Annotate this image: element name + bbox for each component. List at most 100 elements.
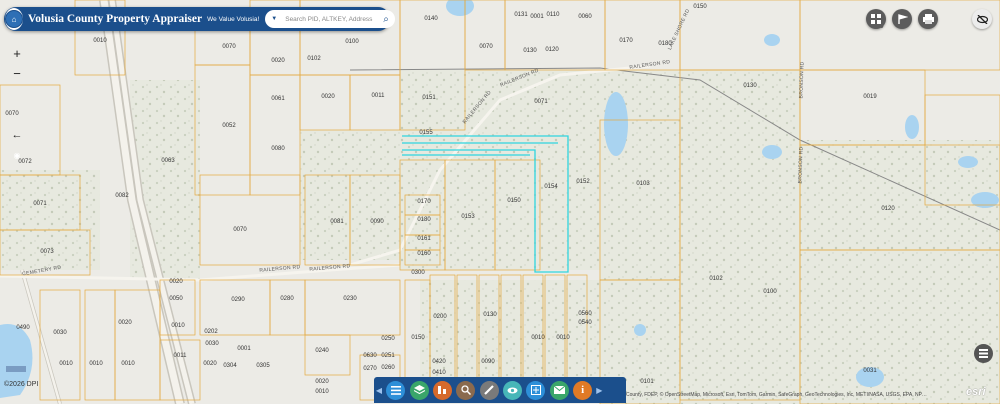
- copyright-text: ©2026 DPI: [4, 381, 39, 388]
- magnifier-icon: [461, 385, 471, 395]
- parcel-label: 0120: [545, 47, 559, 53]
- eye-slash-icon: [976, 14, 988, 24]
- county-seal-icon[interactable]: ⌂: [5, 8, 23, 30]
- search-icon[interactable]: ⌕: [383, 14, 389, 25]
- zoom-in-button[interactable]: +: [10, 47, 24, 61]
- parcel-label: 0061: [271, 96, 285, 102]
- parcel-label: 0100: [763, 289, 777, 295]
- parcel-label: 0011: [174, 353, 188, 359]
- parcel-label: 0131: [514, 12, 528, 18]
- parcel-label: 0020: [203, 361, 217, 367]
- zoom-out-button[interactable]: −: [10, 67, 24, 81]
- list-icon: [979, 349, 988, 358]
- parcel-label: 0103: [636, 181, 650, 187]
- back-arrow-icon[interactable]: ←: [10, 128, 24, 142]
- parcel-label: 0202: [204, 329, 218, 335]
- parcel-label: 0100: [345, 39, 359, 45]
- parcel-label: 0010: [59, 361, 73, 367]
- report-button[interactable]: [549, 380, 569, 400]
- parcel-label: 0154: [544, 184, 558, 190]
- legend-button[interactable]: [974, 344, 993, 363]
- parcel-label: 0020: [271, 58, 285, 64]
- parcel-label: 0060: [578, 14, 592, 20]
- basemap-gallery-button[interactable]: [866, 9, 886, 29]
- parcel-label: 0251: [381, 353, 395, 359]
- toggle-visibility-button[interactable]: [972, 9, 992, 29]
- parcel-label: 0019: [863, 94, 877, 100]
- parcel-label: 0010: [89, 361, 103, 367]
- search-box: ▼ ⌕: [265, 10, 395, 28]
- parcel-label: 0151: [422, 95, 436, 101]
- parcel-label: 0073: [40, 249, 54, 255]
- parcel-label: 0071: [33, 201, 47, 207]
- parcel-label: 0110: [547, 12, 561, 18]
- parcel-label: 0031: [863, 368, 877, 374]
- parcel-label: 0304: [223, 363, 237, 369]
- parcel-map[interactable]: 001000700020 01020100014000700131 0001 0110…: [0, 0, 1000, 404]
- parcel-label: 0130: [483, 312, 497, 318]
- parcel-label: 0020: [118, 320, 132, 326]
- toolbar-scroll-right-icon[interactable]: ▶: [594, 386, 604, 395]
- parcel-label: 0270: [363, 366, 377, 372]
- parcel-label: 0150: [411, 335, 425, 341]
- parcel-label: 0160: [417, 251, 431, 257]
- parcel-label: 0230: [343, 296, 357, 302]
- parcel-label: 0070: [479, 44, 493, 50]
- parcel-label: 0010: [315, 389, 329, 395]
- draw-button[interactable]: [479, 380, 499, 400]
- printer-icon: [922, 14, 934, 24]
- sales-search-button[interactable]: [432, 380, 452, 400]
- layer-list-button[interactable]: [386, 380, 406, 400]
- parcel-label: 0010: [93, 38, 107, 44]
- swipe-button[interactable]: [503, 380, 523, 400]
- parcel-label: 0410: [432, 370, 446, 376]
- parcel-label: 0070: [222, 44, 236, 50]
- parcel-label: 0020: [169, 279, 183, 285]
- parcel-label: 0010: [121, 361, 135, 367]
- locate-icon[interactable]: ◉: [10, 149, 24, 163]
- identify-button[interactable]: [456, 380, 476, 400]
- layers-button[interactable]: [409, 380, 429, 400]
- parcel-label: 0130: [743, 83, 757, 89]
- parcel-label: 0140: [424, 16, 438, 22]
- bottom-toolbar: ◀ i ▶: [374, 377, 626, 403]
- parcel-label: 0200: [433, 314, 447, 320]
- parcel-label: 0120: [881, 206, 895, 212]
- search-input[interactable]: [283, 14, 384, 24]
- parcel-label: 0305: [256, 363, 270, 369]
- parcel-label: 0150: [507, 198, 521, 204]
- parcel-label: 0052: [222, 123, 236, 129]
- parcel-label: 0130: [523, 48, 537, 54]
- info-icon: i: [581, 384, 585, 396]
- map-attribution: County, FDEP, © OpenStreetMap, Microsoft…: [626, 392, 927, 398]
- parcel-label: 0260: [381, 365, 395, 371]
- grid-icon: [871, 14, 881, 24]
- layers-icon: [413, 385, 425, 395]
- parcel-label: 0011: [372, 93, 386, 99]
- parcel-label: 0050: [169, 296, 183, 302]
- parcel-label: 0240: [315, 348, 329, 354]
- parcel-label: 0560: [578, 311, 592, 317]
- eye-icon: [507, 387, 518, 393]
- measure-button[interactable]: [892, 9, 912, 29]
- parcel-label: 0010: [171, 323, 185, 329]
- parcel-label: 0101: [640, 379, 654, 385]
- parcel-label: 0081: [330, 219, 344, 225]
- parcel-label: 0490: [16, 325, 30, 331]
- parcel-label: 0070: [233, 227, 247, 233]
- parcel-label: 0010: [556, 335, 570, 341]
- flag-icon: [897, 13, 908, 24]
- search-options-chevron-icon[interactable]: ▼: [271, 16, 277, 22]
- info-button[interactable]: i: [573, 380, 593, 400]
- select-tool-button[interactable]: [526, 380, 546, 400]
- print-button[interactable]: [918, 9, 938, 29]
- parcel-label: 0001: [530, 14, 544, 20]
- toolbar-scroll-left-icon[interactable]: ◀: [374, 386, 384, 395]
- parcel-label: 0102: [709, 276, 723, 282]
- parcel-label: 0001: [237, 346, 251, 352]
- esri-logo: esri: [966, 386, 986, 398]
- parcel-label: 0070: [5, 111, 19, 117]
- parcel-label: 0161: [417, 236, 431, 242]
- parcel-label: 0540: [578, 320, 592, 326]
- parcel-label: 0030: [53, 330, 67, 336]
